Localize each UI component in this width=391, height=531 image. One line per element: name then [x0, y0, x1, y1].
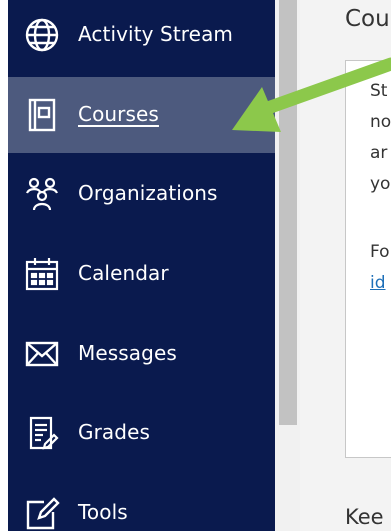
info-link[interactable]: id	[370, 273, 386, 293]
sidebar-item-label: Courses	[78, 102, 159, 126]
sidebar-item-organizations[interactable]: Organizations	[8, 156, 275, 232]
sidebar-item-messages[interactable]: Messages	[8, 316, 275, 392]
sidebar-item-label: Grades	[78, 420, 150, 444]
section-heading: Kee	[345, 505, 384, 529]
info-text-line: no	[370, 112, 391, 132]
info-panel: St no ar yo Fo id	[345, 60, 391, 458]
sidebar-item-grades[interactable]: Grades	[8, 395, 275, 471]
sidebar-item-courses[interactable]: Courses	[8, 77, 275, 153]
sidebar-item-tools[interactable]: Tools	[8, 475, 275, 531]
main-content: Cou St no ar yo Fo id Kee	[300, 0, 391, 531]
info-text-line: St	[370, 81, 388, 101]
envelope-icon	[23, 335, 61, 373]
window-edge	[0, 0, 8, 531]
sidebar-item-label: Messages	[78, 341, 177, 365]
page-title: Cou	[345, 6, 390, 32]
calendar-icon	[23, 255, 61, 293]
sidebar-item-label: Organizations	[78, 181, 218, 205]
sidebar-scrollbar-thumb[interactable]	[279, 0, 297, 425]
sidebar-item-label: Activity Stream	[78, 22, 234, 46]
tools-edit-icon	[23, 494, 61, 531]
globe-icon	[23, 16, 61, 54]
organizations-people-icon	[23, 175, 61, 213]
courses-book-icon	[23, 96, 61, 134]
sidebar-item-calendar[interactable]: Calendar	[8, 236, 275, 312]
sidebar-item-label: Tools	[78, 500, 128, 524]
screenshot-frame: Activity Stream Courses Organizations Ca…	[0, 0, 391, 531]
info-text-line: Fo	[370, 242, 390, 262]
sidebar-item-activity-stream[interactable]: Activity Stream	[8, 0, 275, 76]
info-text-line: ar	[370, 143, 388, 163]
info-text-line: yo	[370, 174, 391, 194]
sidebar-item-label: Calendar	[78, 261, 169, 285]
sidebar: Activity Stream Courses Organizations Ca…	[8, 0, 275, 531]
grades-document-icon	[23, 414, 61, 452]
